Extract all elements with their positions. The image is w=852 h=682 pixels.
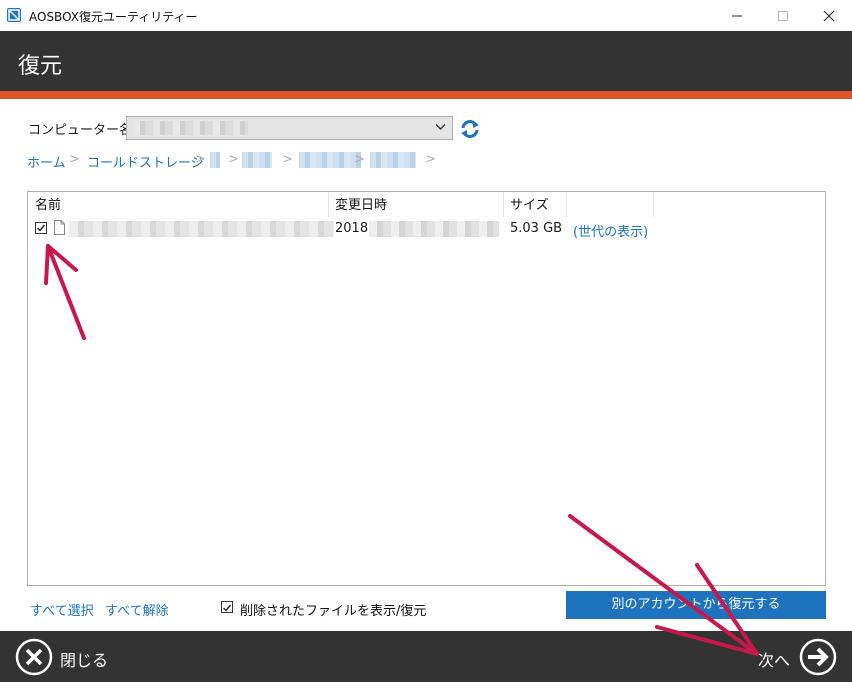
maximize-button[interactable] xyxy=(760,0,806,31)
breadcrumb-redacted-folder[interactable] xyxy=(242,152,272,168)
file-modified-redacted xyxy=(369,221,499,237)
file-list[interactable]: 名前 変更日時 サイズ 2018 5.03 GB (世代の表示) xyxy=(27,191,826,586)
breadcrumb-separator: > xyxy=(282,152,293,167)
breadcrumb-separator: > xyxy=(354,152,365,167)
column-divider[interactable] xyxy=(566,192,567,217)
title-bar: AOSBOX復元ユーティリティー xyxy=(0,0,852,32)
column-header-modified[interactable]: 変更日時 xyxy=(335,195,387,217)
breadcrumb-redacted-folder[interactable] xyxy=(370,152,416,168)
close-icon xyxy=(823,10,835,22)
breadcrumb-cold-storage[interactable]: コールドストレージ xyxy=(87,152,204,171)
page-title: 復元 xyxy=(18,54,63,79)
refresh-icon[interactable] xyxy=(459,118,481,140)
row-checkbox[interactable] xyxy=(35,222,47,234)
column-divider[interactable] xyxy=(503,192,504,217)
breadcrumb-redacted-folder[interactable] xyxy=(299,152,361,168)
checkmark-icon xyxy=(37,224,46,232)
breadcrumb-redacted-folder[interactable] xyxy=(210,152,220,168)
chevron-down-icon xyxy=(435,124,446,130)
deselect-all-link[interactable]: すべて解除 xyxy=(105,600,169,619)
show-deleted-checkbox[interactable] xyxy=(221,601,233,613)
column-divider[interactable] xyxy=(328,192,329,217)
select-all-link[interactable]: すべて選択 xyxy=(30,600,94,619)
file-modified-date: 2018 xyxy=(335,221,369,236)
close-circle-icon xyxy=(15,638,53,676)
breadcrumb-separator: > xyxy=(69,152,80,167)
next-button[interactable]: 次へ xyxy=(755,638,839,676)
show-deleted-label[interactable]: 削除されたファイルを表示/復元 xyxy=(240,600,426,619)
redacted-computer-name xyxy=(133,121,248,135)
table-row[interactable]: 2018 5.03 GB (世代の表示) xyxy=(28,217,825,241)
close-button-label: 閉じる xyxy=(60,651,109,670)
file-name-redacted xyxy=(69,221,334,237)
minimize-button[interactable] xyxy=(714,0,760,31)
breadcrumb-separator: > xyxy=(195,152,206,167)
minimize-icon xyxy=(732,15,742,17)
breadcrumb-home[interactable]: ホーム xyxy=(27,152,66,171)
show-generations-link[interactable]: (世代の表示) xyxy=(573,221,648,240)
column-divider[interactable] xyxy=(653,192,654,217)
computer-name-select[interactable] xyxy=(126,116,453,140)
footer-bar: 閉じる 次へ xyxy=(0,631,852,682)
restore-from-other-account-button[interactable]: 別のアカウントから復元する xyxy=(566,591,826,619)
maximize-icon xyxy=(778,11,788,21)
column-header-name[interactable]: 名前 xyxy=(35,195,61,217)
file-size: 5.03 GB xyxy=(510,221,563,236)
accent-bar xyxy=(0,91,852,99)
window-close-button[interactable] xyxy=(806,0,852,31)
breadcrumb-separator: > xyxy=(425,152,436,167)
next-button-label: 次へ xyxy=(758,651,791,670)
file-icon xyxy=(54,220,65,235)
computer-name-label: コンピューター名: xyxy=(28,123,137,138)
window-title: AOSBOX復元ユーティリティー xyxy=(29,10,198,24)
page-header: 復元 xyxy=(0,31,852,91)
breadcrumb-separator: > xyxy=(228,152,239,167)
arrow-right-circle-icon xyxy=(799,638,837,676)
checkmark-icon xyxy=(223,604,232,612)
column-header-size[interactable]: サイズ xyxy=(510,195,549,217)
aosbox-app-icon xyxy=(7,8,21,22)
